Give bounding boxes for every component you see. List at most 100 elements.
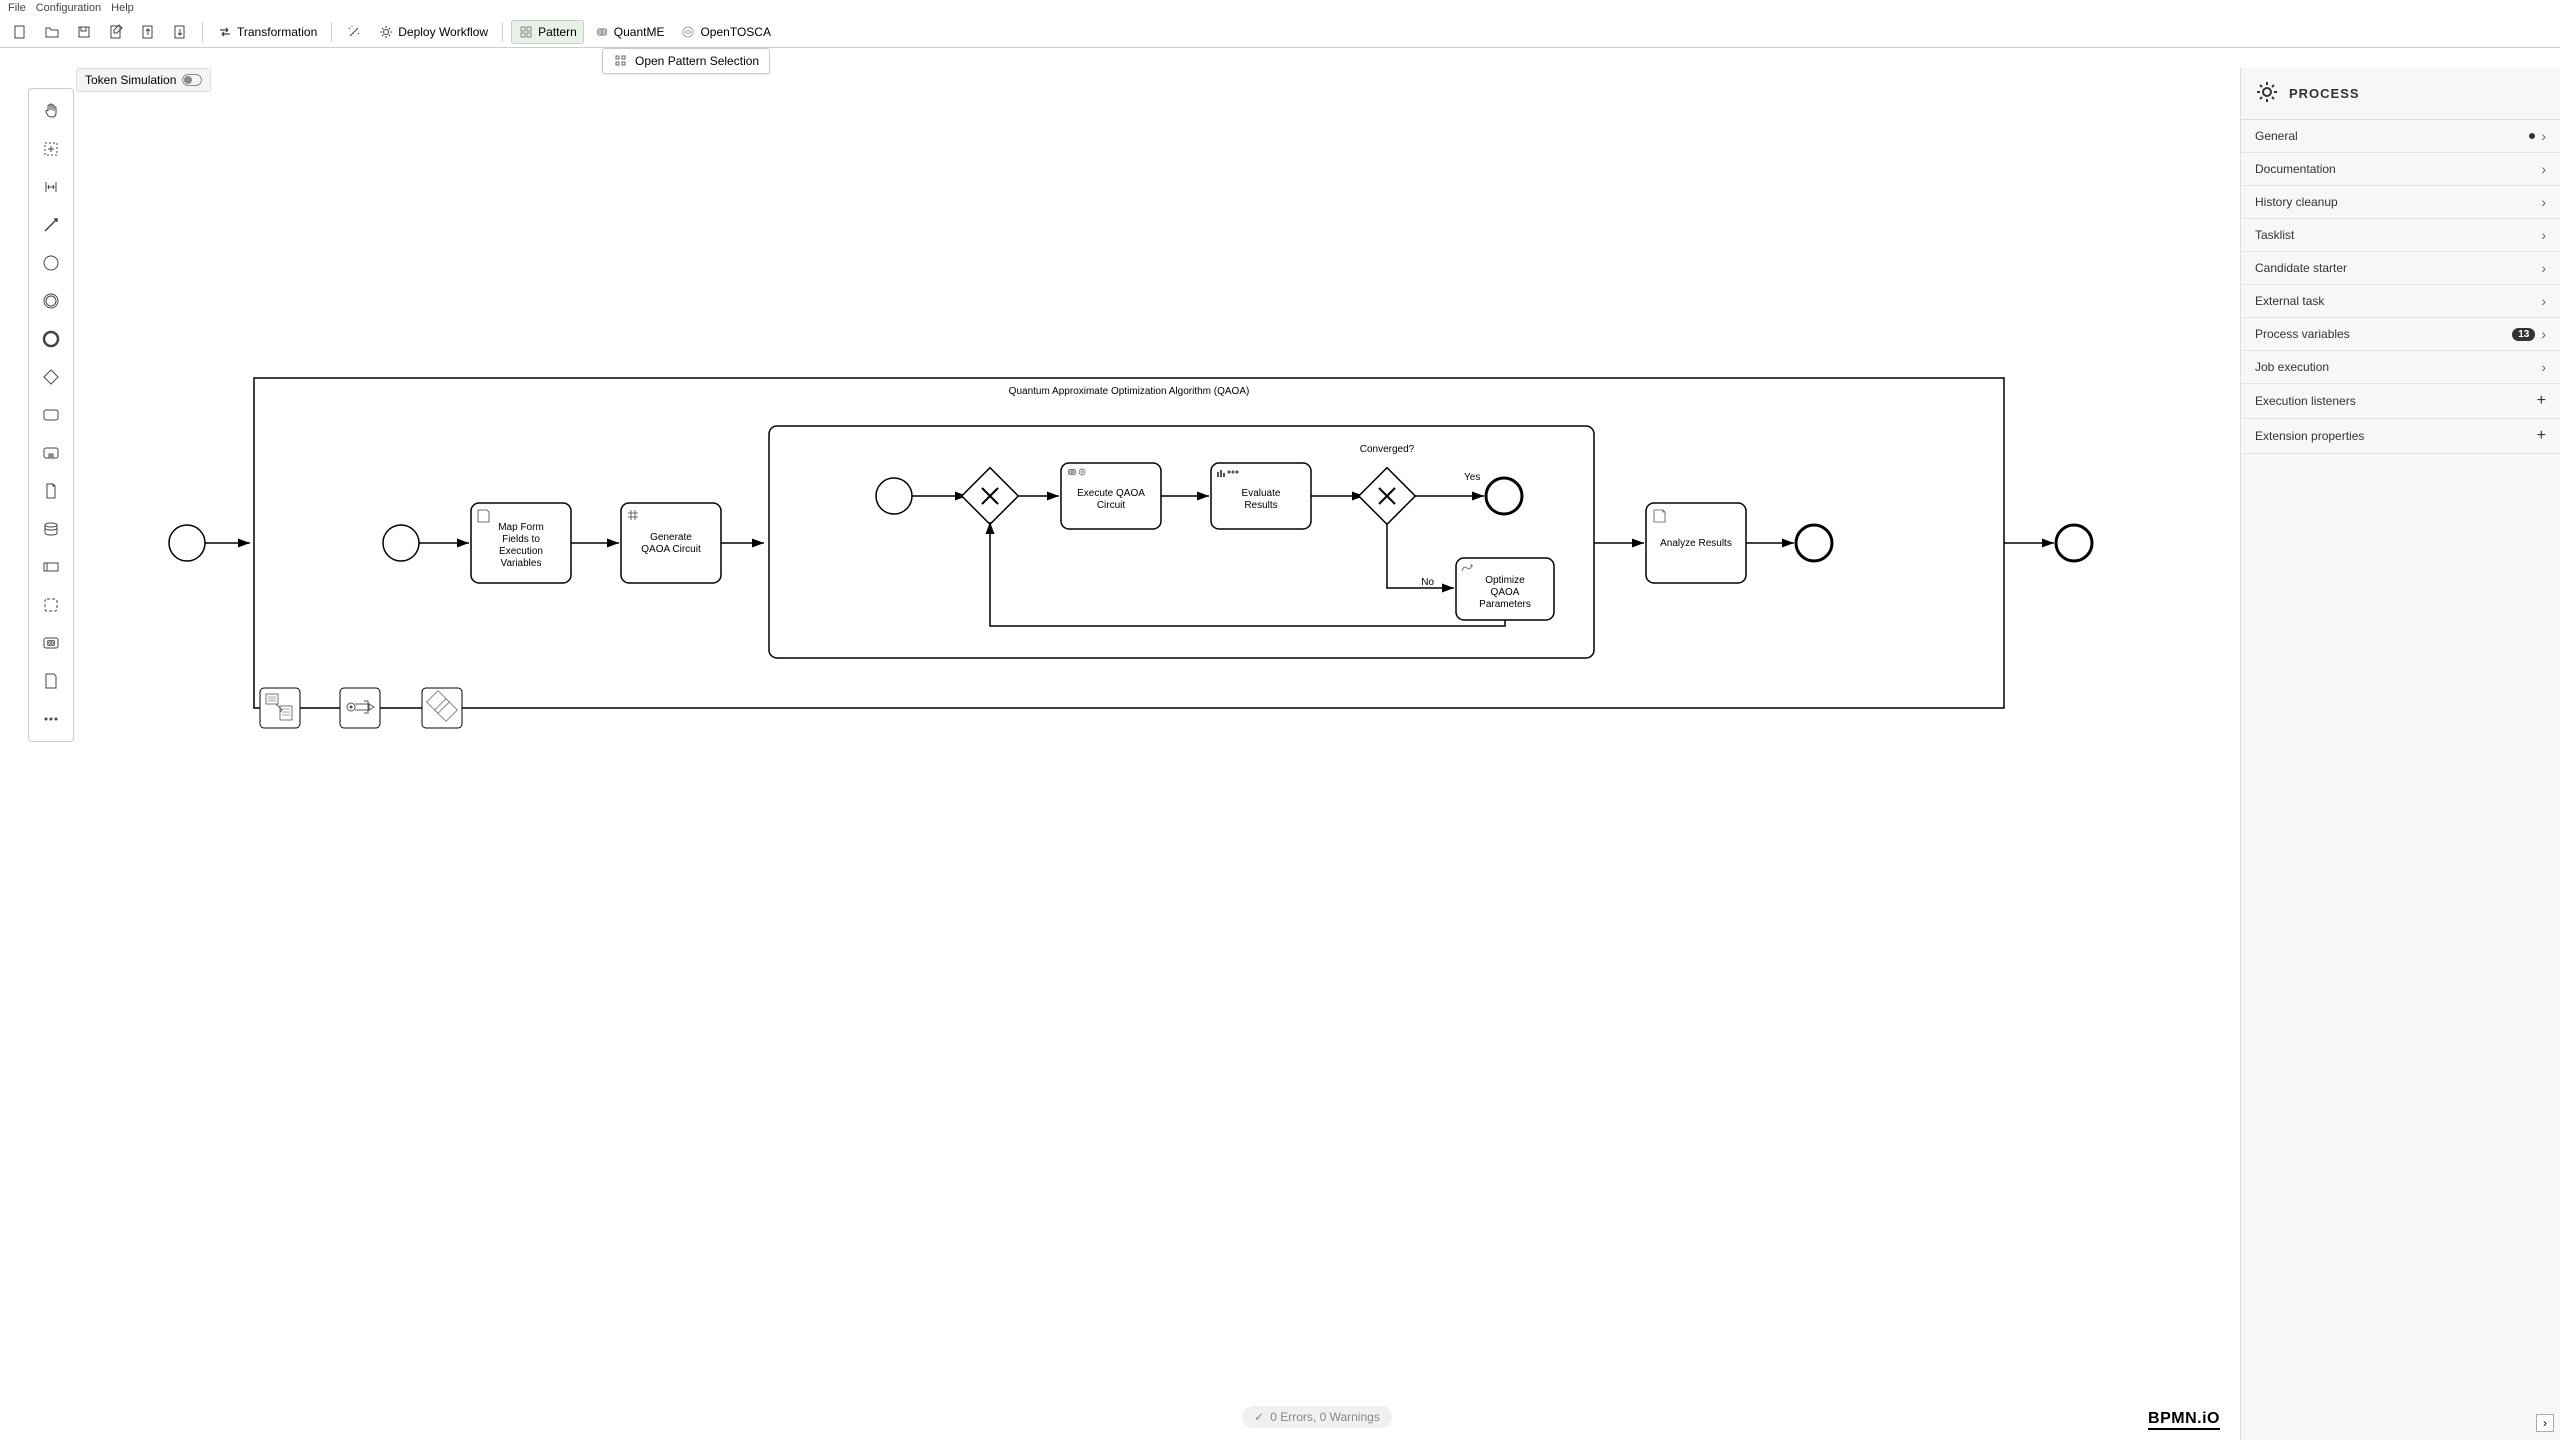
menu-configuration[interactable]: Configuration xyxy=(36,2,101,14)
participant-tool[interactable] xyxy=(35,551,67,583)
data-object-tool[interactable] xyxy=(35,475,67,507)
transformation-icon xyxy=(217,24,233,40)
plus-icon: + xyxy=(2537,427,2546,445)
process-gear-icon xyxy=(2255,80,2279,107)
save-button[interactable] xyxy=(70,21,98,43)
palette xyxy=(28,88,74,742)
plus-icon: + xyxy=(2537,392,2546,410)
properties-title: PROCESS xyxy=(2289,86,2360,101)
check-icon: ✓ xyxy=(1254,1410,1264,1424)
chevron-right-icon: › xyxy=(2541,194,2546,210)
edit-icon xyxy=(108,24,124,40)
download-button[interactable] xyxy=(166,21,194,43)
pool-start-event[interactable] xyxy=(383,525,419,561)
opentosca-label: OpenTOSCA xyxy=(700,25,770,39)
group-tool[interactable] xyxy=(35,589,67,621)
section-external-task[interactable]: External task› xyxy=(2241,285,2560,318)
svg-text:Results: Results xyxy=(1244,500,1277,511)
toolbar-separator xyxy=(502,22,503,42)
end-event-tool[interactable] xyxy=(35,323,67,355)
menu-bar: File Configuration Help xyxy=(0,0,2560,16)
magic-button[interactable] xyxy=(340,21,368,43)
new-file-button[interactable] xyxy=(6,21,34,43)
section-candidate-starter[interactable]: Candidate starter› xyxy=(2241,252,2560,285)
chevron-right-icon: › xyxy=(2541,161,2546,177)
svg-text:Evaluate: Evaluate xyxy=(1242,488,1281,499)
sub-end-event[interactable] xyxy=(1486,478,1522,514)
opentosca-tab[interactable]: OpenTOSCA xyxy=(674,21,776,43)
canvas[interactable]: Token Simulation Quantum Approximate Opt… xyxy=(74,68,2560,1440)
data-store-tool[interactable] xyxy=(35,513,67,545)
hand-tool[interactable] xyxy=(35,95,67,127)
open-file-button[interactable] xyxy=(38,21,66,43)
svg-text:Execute QAOA: Execute QAOA xyxy=(1077,488,1145,499)
bpmn-diagram: Quantum Approximate Optimization Algorit… xyxy=(74,68,2174,868)
section-tasklist[interactable]: Tasklist› xyxy=(2241,219,2560,252)
edge-yes-label: Yes xyxy=(1464,472,1480,483)
section-job-execution[interactable]: Job execution› xyxy=(2241,351,2560,384)
task-tool[interactable] xyxy=(35,399,67,431)
svg-text:QAOA Circuit: QAOA Circuit xyxy=(641,544,701,555)
transformation-label: Transformation xyxy=(237,25,317,39)
pattern-tab[interactable]: Pattern xyxy=(511,20,584,44)
section-extension-properties[interactable]: Extension properties+ xyxy=(2241,419,2560,454)
edge-no-label: No xyxy=(1421,577,1434,588)
svg-text:Variables: Variables xyxy=(501,558,542,569)
section-history-cleanup[interactable]: History cleanup› xyxy=(2241,186,2560,219)
svg-text:Parameters: Parameters xyxy=(1479,599,1531,610)
section-process-variables[interactable]: Process variables13› xyxy=(2241,318,2560,351)
analyze-label: Analyze Results xyxy=(1660,538,1732,549)
chevron-right-icon: › xyxy=(2541,227,2546,243)
space-tool[interactable] xyxy=(35,171,67,203)
artifact-1[interactable] xyxy=(260,688,300,728)
flow-loopback[interactable] xyxy=(990,522,1505,626)
upload-button[interactable] xyxy=(134,21,162,43)
start-event-tool[interactable] xyxy=(35,247,67,279)
menu-file[interactable]: File xyxy=(8,2,26,14)
transformation-button[interactable]: Transformation xyxy=(211,21,323,43)
artifact-2[interactable] xyxy=(340,688,380,728)
intermediate-event-tool[interactable] xyxy=(35,285,67,317)
process-end-event[interactable] xyxy=(2056,525,2092,561)
opentosca-icon xyxy=(680,24,696,40)
pool-end-event[interactable] xyxy=(1796,525,1832,561)
open-pattern-selection-label: Open Pattern Selection xyxy=(635,54,759,68)
count-badge: 13 xyxy=(2512,328,2535,341)
bpmn-io-logo[interactable]: BPMN.iO xyxy=(2148,1410,2220,1430)
page-tool[interactable] xyxy=(35,665,67,697)
quantme-tab[interactable]: QuantME xyxy=(588,21,671,43)
more-tools[interactable] xyxy=(35,703,67,735)
toolbar-separator xyxy=(202,22,203,42)
upload-icon xyxy=(140,24,156,40)
collapse-panel-button[interactable]: › xyxy=(2536,1414,2554,1432)
chevron-right-icon: › xyxy=(2541,326,2546,342)
edit-button[interactable] xyxy=(102,21,130,43)
section-execution-listeners[interactable]: Execution listeners+ xyxy=(2241,384,2560,419)
svg-text:Generate: Generate xyxy=(650,532,692,543)
pattern-label: Pattern xyxy=(538,25,577,39)
gateway-tool[interactable] xyxy=(35,361,67,393)
section-general[interactable]: General› xyxy=(2241,120,2560,153)
chevron-right-icon: › xyxy=(2541,293,2546,309)
pool-title: Quantum Approximate Optimization Algorit… xyxy=(1009,386,1250,397)
menu-help[interactable]: Help xyxy=(111,2,134,14)
subprocess[interactable] xyxy=(769,426,1594,658)
svg-text:Optimize: Optimize xyxy=(1485,575,1525,586)
quantme-task-tool[interactable] xyxy=(35,627,67,659)
process-start-event[interactable] xyxy=(169,525,205,561)
chevron-right-icon: › xyxy=(2541,260,2546,276)
properties-header: PROCESS xyxy=(2241,68,2560,120)
task-generate-circuit[interactable] xyxy=(621,503,721,583)
subprocess-tool[interactable] xyxy=(35,437,67,469)
download-icon xyxy=(172,24,188,40)
svg-text:Map Form: Map Form xyxy=(498,522,544,533)
section-documentation[interactable]: Documentation› xyxy=(2241,153,2560,186)
sub-start-event[interactable] xyxy=(876,478,912,514)
connect-tool[interactable] xyxy=(35,209,67,241)
artifact-3[interactable] xyxy=(422,688,462,728)
lint-status[interactable]: ✓ 0 Errors, 0 Warnings xyxy=(1242,1406,1392,1428)
new-file-icon xyxy=(12,24,28,40)
lasso-tool[interactable] xyxy=(35,133,67,165)
deploy-workflow-button[interactable]: Deploy Workflow xyxy=(372,21,494,43)
open-folder-icon xyxy=(44,24,60,40)
